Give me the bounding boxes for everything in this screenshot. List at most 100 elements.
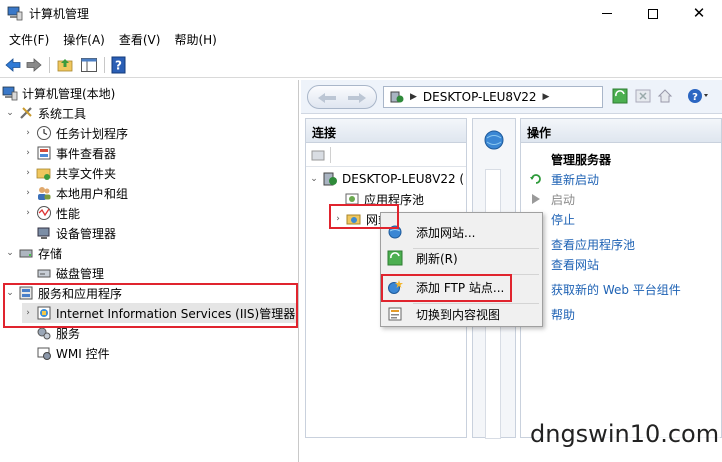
connections-toolbar [306,143,466,167]
action-start: 启动 [551,193,576,207]
refresh-green-icon[interactable] [612,88,628,104]
forward-arrow-icon[interactable] [25,56,43,74]
tree-item-system-tools[interactable]: ⌄ 系统工具 [4,103,86,123]
action-help[interactable]: 帮助 [551,306,575,323]
toolbar: ? [0,52,722,78]
event-viewer-icon [37,146,51,160]
chevron-down-icon[interactable]: ⌄ [4,248,16,258]
action-view-app-pools[interactable]: 查看应用程序池 [551,236,635,253]
tree-item-performance[interactable]: › 性能 [22,203,80,223]
menu-help[interactable]: 帮助(H) [167,28,223,50]
disk-icon [37,269,51,278]
chevron-right-icon[interactable]: › [22,168,34,178]
restart-icon [530,174,541,184]
tree-item-local-users[interactable]: › 本地用户和组 [22,183,128,203]
connections-header: 连接 [306,119,466,143]
address-bar[interactable]: ▶ DESKTOP-LEU8V22 ▶ [383,86,603,108]
storage-icon [19,249,33,258]
chevron-down-icon[interactable]: ⌄ [4,108,16,118]
context-add-ftp-site[interactable]: 添加 FTP 站点... [382,275,541,299]
iis-icon [37,306,51,320]
action-view-sites[interactable]: 查看网站 [551,256,599,273]
context-add-site-label: 添加网站... [416,225,476,240]
maximize-icon [648,8,658,19]
sites-folder-icon [346,214,361,225]
breadcrumb-separator-icon: ▶ [410,92,417,102]
up-folder-icon[interactable] [56,56,74,74]
tree-item-label: 存储 [38,246,63,261]
context-refresh[interactable]: 刷新(R) [382,246,541,270]
action-restart[interactable]: 重新启动 [551,171,599,188]
actions-pane: 操作 管理服务器 重新启动 启动 停止 查看应用程序池 查看网站 获取新的 We… [520,118,722,438]
gears-icon [37,327,51,340]
tree-item-storage[interactable]: ⌄ 存储 [4,243,62,263]
tree-item-label: 本地用户和组 [56,186,129,201]
chevron-right-icon[interactable]: › [22,308,34,318]
tree-item-label: 设备管理器 [56,226,117,241]
actions-section-manage-server: 管理服务器 [551,153,612,167]
title-bar[interactable]: 计算机管理 ✕ [0,0,722,27]
toolbar-separator [330,147,331,163]
minimize-button[interactable] [584,0,630,27]
chevron-right-icon[interactable]: › [22,208,34,218]
stop-icon[interactable] [635,88,651,104]
menu-file[interactable]: 文件(F) [0,28,56,50]
chevron-down-icon[interactable]: ⌄ [308,174,320,184]
close-button[interactable]: ✕ [676,0,722,27]
console-tree: 计算机管理(本地) ⌄ 系统工具 › 任务计划程序 › 事件查看器 › 共享文件… [0,80,299,462]
clock-icon [37,126,51,140]
home-icon[interactable] [657,88,673,104]
chevron-down-icon[interactable]: ⌄ [4,288,16,298]
server-globe-icon [390,91,404,103]
tree-item-services-apps[interactable]: ⌄ 服务和应用程序 [4,283,122,303]
context-switch-content-label: 切换到内容视图 [416,307,501,322]
users-icon [38,187,51,200]
menu-view[interactable]: 查看(V) [112,28,168,50]
show-hide-console-tree-icon[interactable] [80,56,98,74]
back-arrow-icon[interactable] [4,56,22,74]
tree-item-label: 任务计划程序 [56,126,129,141]
tree-item-iis-manager[interactable]: › Internet Information Services (IIS)管理器 [22,303,298,323]
chevron-right-icon[interactable]: › [22,128,34,138]
connect-icon[interactable] [310,147,326,163]
help-icon[interactable]: ? [110,56,128,74]
context-switch-content-view[interactable]: 切换到内容视图 [382,302,541,326]
tree-root-label: 计算机管理(本地) [22,86,116,101]
breadcrumb-separator-icon: ▶ [542,92,550,102]
chevron-right-icon[interactable]: › [22,188,34,198]
tree-item-disk-management[interactable]: 磁盘管理 [34,263,104,283]
action-get-web-platform[interactable]: 获取新的 Web 平台组件 [551,281,681,298]
performance-icon [37,206,51,220]
toolbar-separator [49,57,50,73]
device-manager-icon [37,227,50,239]
tree-item-task-scheduler[interactable]: › 任务计划程序 [22,123,128,143]
tree-item-label: 事件查看器 [56,146,117,161]
tree-item-label: 磁盘管理 [56,266,105,281]
action-stop[interactable]: 停止 [551,211,575,228]
menu-action[interactable]: 操作(A) [56,28,112,50]
tree-item-services[interactable]: 服务 [34,323,80,343]
help-dropdown-icon[interactable]: ? [687,88,709,104]
connections-tree-app-pools[interactable]: 应用程序池 [342,189,424,209]
tree-item-device-manager[interactable]: 设备管理器 [34,223,116,243]
tree-item-label: 服务和应用程序 [38,286,123,301]
nav-help-glyph: ? [692,92,698,103]
connections-tree-server[interactable]: ⌄ DESKTOP-LEU8V22 ( [308,169,464,189]
iis-back-forward-buttons[interactable] [307,85,377,109]
toolbar-separator [104,57,105,73]
computer-management-icon [7,6,23,21]
maximize-button[interactable] [630,0,676,27]
window-title: 计算机管理 [29,7,90,21]
chevron-right-icon[interactable]: › [22,148,34,158]
chevron-right-icon[interactable]: › [332,214,344,224]
context-add-site[interactable]: 添加网站... [382,220,541,244]
shared-folder-icon [36,168,51,180]
tree-item-label: 系统工具 [38,106,87,121]
server-icon [323,172,337,186]
add-ftp-globe-icon [388,280,403,294]
tree-item-shared-folders[interactable]: › 共享文件夹 [22,163,116,183]
tree-root[interactable]: 计算机管理(本地) [2,83,115,103]
tree-item-event-viewer[interactable]: › 事件查看器 [22,143,116,163]
tree-item-label: Internet Information Services (IIS)管理器 [56,306,296,321]
tree-item-wmi[interactable]: WMI 控件 [34,343,110,363]
